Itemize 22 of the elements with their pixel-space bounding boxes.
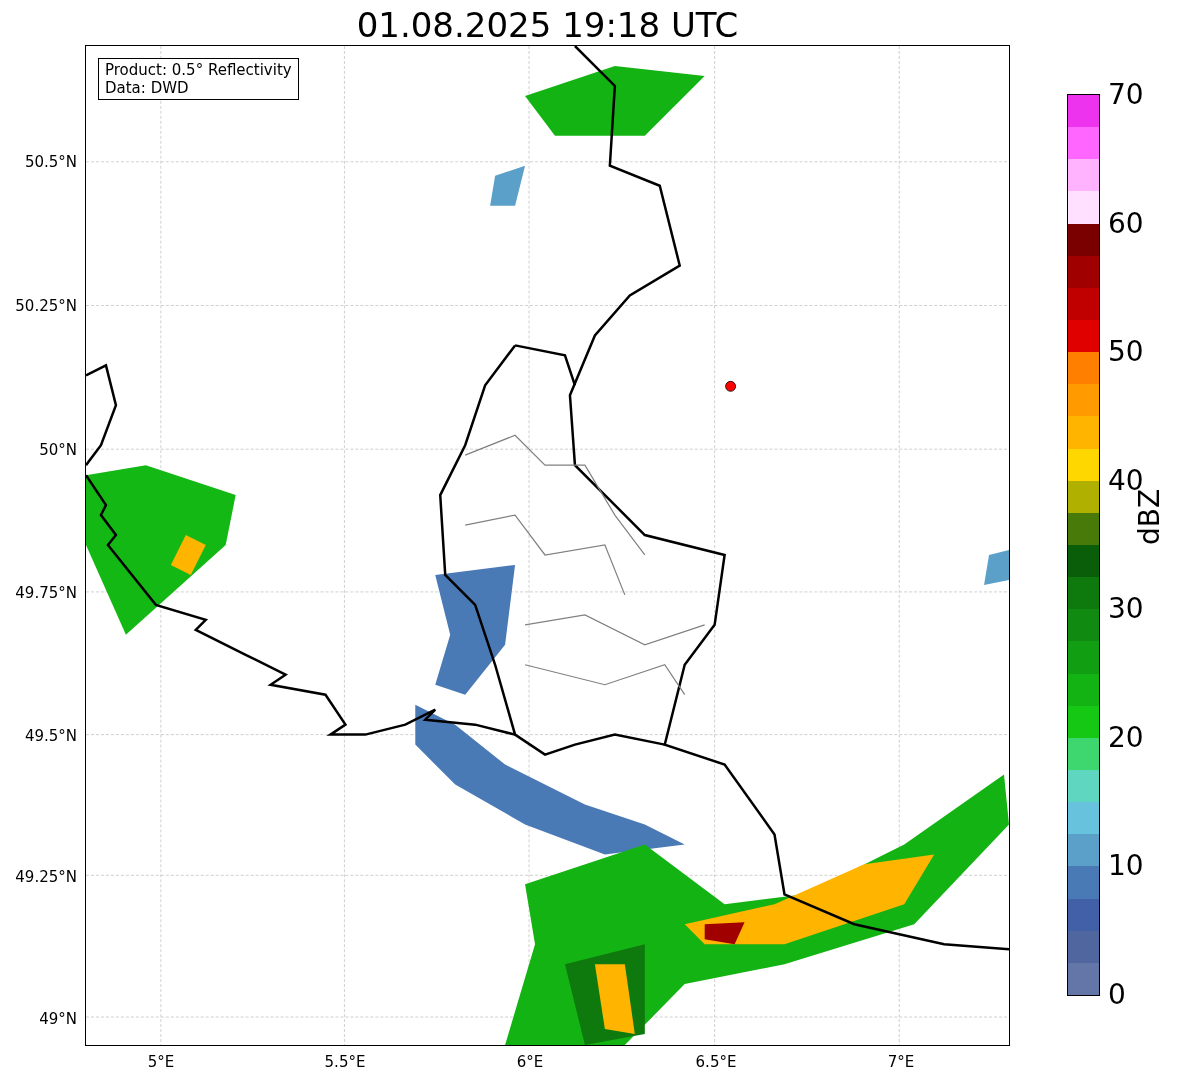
colorbar-tick-label: 0 xyxy=(1108,980,1126,1010)
longitude-label: 6.5°E xyxy=(695,1052,737,1073)
longitude-label: 6°E xyxy=(516,1052,544,1073)
latitude-label: 49.75°N xyxy=(15,582,77,604)
latitude-label: 49°N xyxy=(39,1008,77,1030)
longitude-label: 7°E xyxy=(887,1052,915,1073)
chart-title: 01.08.2025 19:18 UTC xyxy=(356,5,739,45)
longitude-label: 5°E xyxy=(147,1052,175,1073)
latitude-label: 49.5°N xyxy=(24,725,77,747)
colorbar-tick-label: 60 xyxy=(1108,208,1144,239)
info-text: Product: 0.5° Reflectivity xyxy=(105,61,292,79)
colorbar-tick-label: 70 xyxy=(1108,80,1144,110)
info-text: Data: DWD xyxy=(105,79,190,97)
latitude-label: 50.5°N xyxy=(24,151,77,173)
colorbar-tick-label: 20 xyxy=(1108,722,1144,753)
longitude-label: 5.5°E xyxy=(324,1052,366,1073)
colorbar-tick-label: 30 xyxy=(1108,594,1144,625)
latitude-label: 50°N xyxy=(39,439,77,461)
latitude-label: 49.25°N xyxy=(15,866,77,888)
latitude-label: 50.25°N xyxy=(15,295,77,317)
colorbar-tick-label: 50 xyxy=(1108,337,1144,368)
colorbar-tick-label: 10 xyxy=(1108,851,1144,882)
